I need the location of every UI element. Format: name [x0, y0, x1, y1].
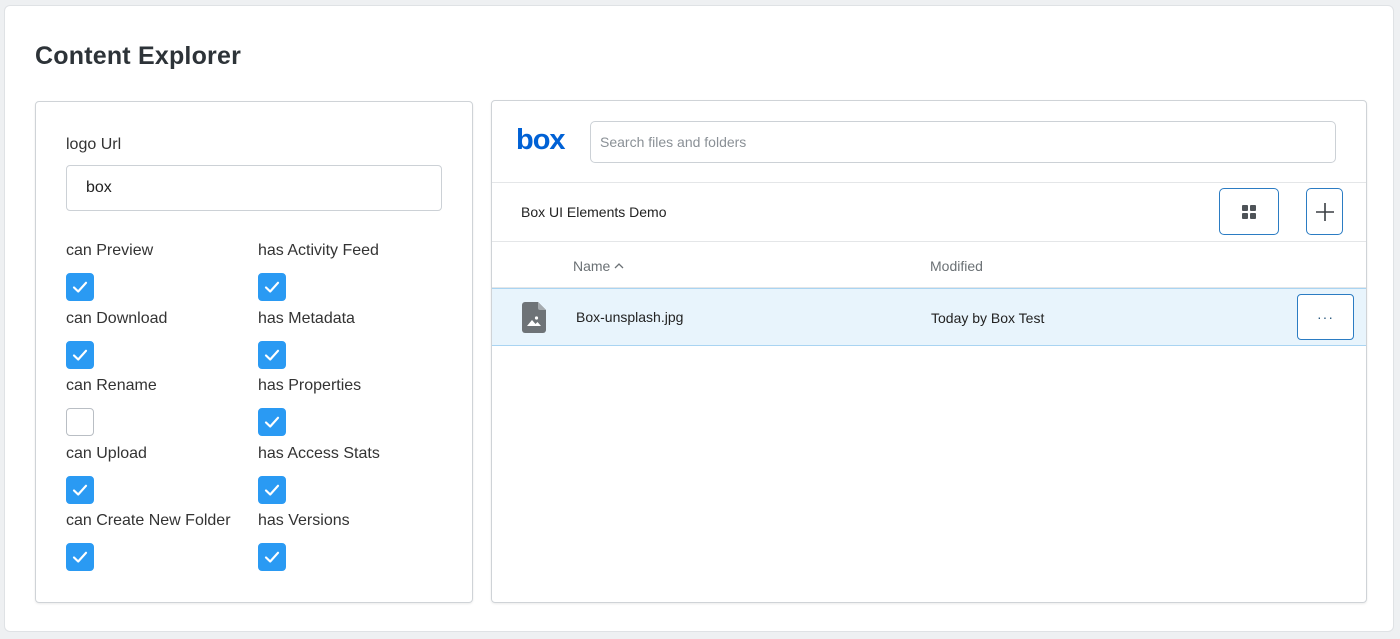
option-label: can Create New Folder [66, 512, 231, 529]
option-can-rename: can Rename [66, 377, 157, 436]
explorer-subheader: Box UI Elements Demo [492, 183, 1366, 242]
checkmark-icon [72, 551, 88, 563]
option-label: has Activity Feed [258, 242, 379, 259]
checkmark-icon [264, 349, 280, 361]
box-logo: box [516, 125, 566, 155]
grid-icon [1242, 204, 1256, 219]
has-metadata-checkbox[interactable] [258, 341, 286, 369]
option-label: can Download [66, 310, 168, 327]
box-logo-text: box [516, 125, 565, 155]
name-column-header[interactable]: Name [573, 258, 624, 274]
has-properties-checkbox[interactable] [258, 408, 286, 436]
option-has-access-stats: has Access Stats [258, 445, 380, 504]
option-label: has Metadata [258, 310, 355, 327]
option-has-properties: has Properties [258, 377, 362, 436]
option-has-activity-feed: has Activity Feed [258, 242, 379, 301]
grid-view-button[interactable] [1219, 188, 1279, 235]
option-has-versions: has Versions [258, 512, 350, 571]
logo-url-label: logo Url [66, 136, 122, 153]
explorer-header: box [492, 101, 1366, 183]
option-label: has Versions [258, 512, 350, 529]
ellipsis-icon: ··· [1317, 309, 1334, 325]
file-modified: Today by Box Test [931, 310, 1045, 326]
add-button[interactable] [1306, 188, 1343, 235]
has-activity-feed-checkbox[interactable] [258, 273, 286, 301]
checkmark-icon [264, 484, 280, 496]
option-label: can Rename [66, 377, 157, 394]
can-create-new-folder-checkbox[interactable] [66, 543, 94, 571]
list-header: Name Modified [492, 242, 1366, 288]
name-column-label: Name [573, 258, 611, 274]
folder-breadcrumb: Box UI Elements Demo [521, 204, 667, 220]
checkmark-icon [264, 416, 280, 428]
option-label: has Properties [258, 377, 362, 394]
image-file-icon [522, 302, 546, 333]
modified-column-header[interactable]: Modified [930, 258, 983, 274]
option-label: can Preview [66, 242, 154, 259]
more-options-button[interactable]: ··· [1297, 294, 1354, 340]
checkmark-icon [264, 551, 280, 563]
option-can-create-new-folder: can Create New Folder [66, 512, 231, 571]
can-preview-checkbox[interactable] [66, 273, 94, 301]
logo-url-input[interactable] [66, 165, 442, 211]
can-upload-checkbox[interactable] [66, 476, 94, 504]
file-name[interactable]: Box-unsplash.jpg [576, 309, 683, 325]
has-versions-checkbox[interactable] [258, 543, 286, 571]
content-explorer: box Box UI Elements Demo [491, 100, 1367, 603]
settings-panel: logo Url can Preview has Activity Feed c… [35, 101, 473, 603]
sort-ascending-icon [614, 263, 624, 269]
can-download-checkbox[interactable] [66, 341, 94, 369]
content-explorer-page: Content Explorer logo Url can Preview ha… [4, 5, 1394, 632]
checkmark-icon [264, 281, 280, 293]
option-can-download: can Download [66, 310, 168, 369]
checkmark-icon [72, 349, 88, 361]
checkmark-icon [72, 281, 88, 293]
plus-icon [1315, 202, 1334, 221]
option-has-metadata: has Metadata [258, 310, 355, 369]
option-label: can Upload [66, 445, 147, 462]
option-can-preview: can Preview [66, 242, 154, 301]
has-access-stats-checkbox[interactable] [258, 476, 286, 504]
checkmark-icon [72, 484, 88, 496]
option-can-upload: can Upload [66, 445, 147, 504]
page-title: Content Explorer [35, 42, 241, 70]
can-rename-checkbox[interactable] [66, 408, 94, 436]
search-input[interactable] [590, 121, 1336, 163]
option-label: has Access Stats [258, 445, 380, 462]
file-row[interactable]: Box-unsplash.jpg Today by Box Test ··· [492, 288, 1366, 346]
